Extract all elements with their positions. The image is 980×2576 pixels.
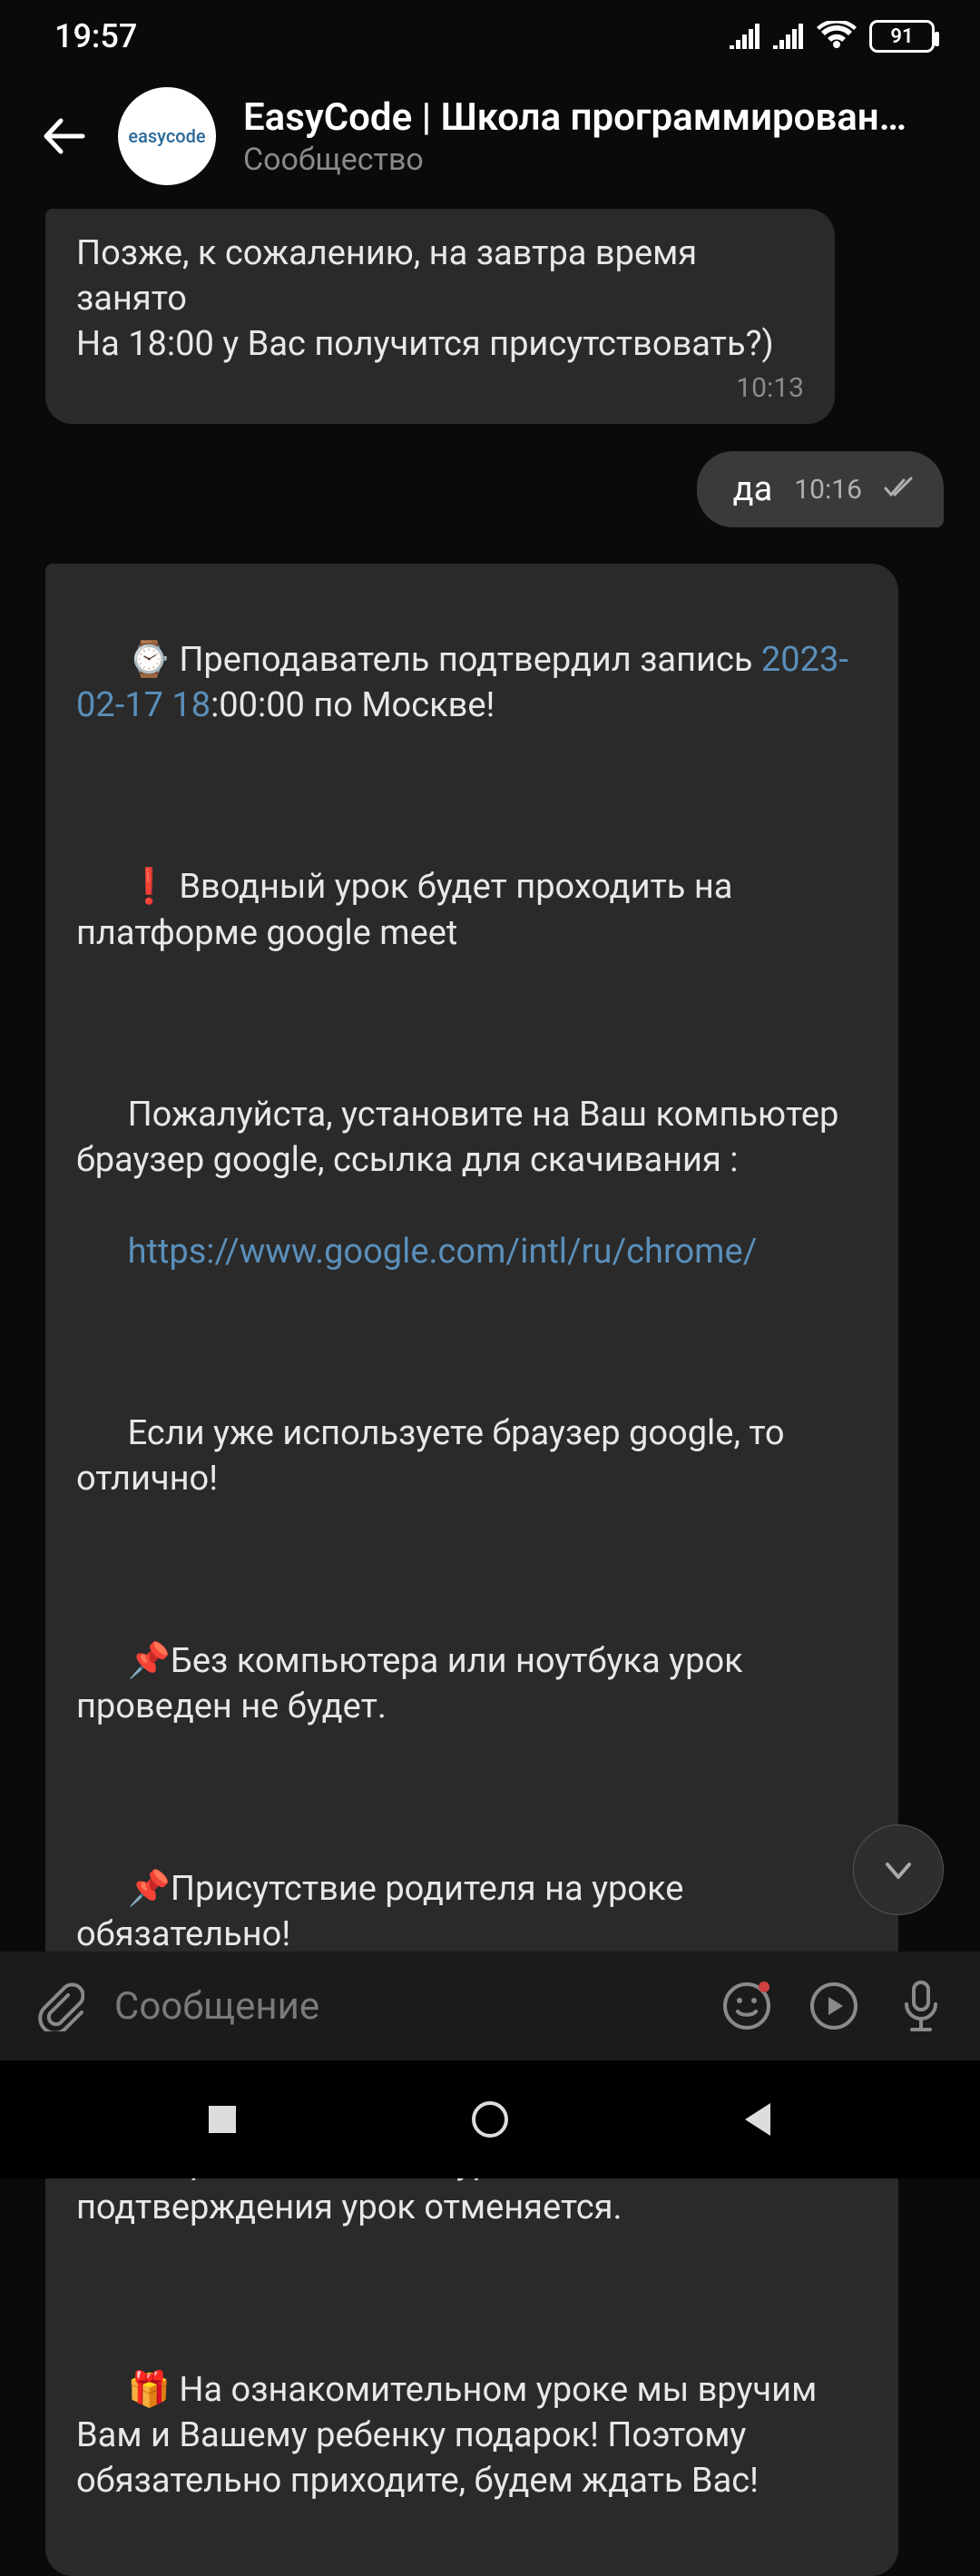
battery-level: 91 <box>890 25 913 48</box>
signal-icon-1 <box>730 24 760 49</box>
message-incoming[interactable]: Позже, к сожалению, на завтра время заня… <box>45 209 835 424</box>
android-back-button[interactable] <box>712 2092 803 2147</box>
message-input[interactable]: Сообщение <box>114 1984 691 2029</box>
circle-icon <box>470 2099 510 2139</box>
home-button[interactable] <box>445 2092 535 2147</box>
pushpin-icon: 📌 <box>128 1641 171 1681</box>
message-outgoing[interactable]: да 10:16 <box>697 451 944 527</box>
scroll-down-button[interactable] <box>853 1824 944 1915</box>
chat-subtitle: Сообщество <box>243 142 953 178</box>
recents-button[interactable] <box>177 2092 268 2147</box>
triangle-left-icon <box>741 2101 774 2138</box>
play-circle-icon <box>808 1981 859 2031</box>
message-time: 10:13 <box>76 372 804 404</box>
emoji-button[interactable] <box>715 1974 779 2038</box>
message-time: 10:16 <box>794 474 862 506</box>
header-text[interactable]: EasyCode | Школа программирован… Сообщес… <box>243 95 953 178</box>
watch-icon: ⌚ <box>128 640 171 680</box>
microphone-icon <box>897 1979 945 2033</box>
message-text: ⌚ Преподаватель подтвердил запись 2023-0… <box>76 591 867 2549</box>
chat-header[interactable]: easycode EasyCode | Школа программирован… <box>0 73 980 200</box>
messages-list[interactable]: Позже, к сожалению, на завтра время заня… <box>0 200 980 2576</box>
paperclip-icon <box>34 1981 84 2031</box>
battery-icon: 91 <box>869 20 935 53</box>
voice-message-button[interactable] <box>889 1974 953 2038</box>
status-bar: 19:57 91 <box>0 0 980 73</box>
read-checks-icon <box>884 477 916 502</box>
arrow-left-icon <box>39 112 88 161</box>
notification-dot <box>759 1981 769 1992</box>
avatar-text: easycode <box>128 125 205 147</box>
android-nav-bar <box>0 2060 980 2178</box>
wifi-icon <box>817 21 857 52</box>
message-incoming[interactable]: ⌚ Преподаватель подтвердил запись 2023-0… <box>45 564 898 2576</box>
pushpin-icon: 📌 <box>128 1869 171 1909</box>
chat-title: EasyCode | Школа программирован… <box>243 95 953 140</box>
chrome-link[interactable]: https://www.google.com/intl/ru/chrome/ <box>128 1232 758 1272</box>
chevron-down-icon <box>877 1848 920 1892</box>
status-right: 91 <box>730 20 935 53</box>
avatar[interactable]: easycode <box>118 87 216 185</box>
square-icon <box>207 2104 238 2135</box>
message-outgoing-row: да 10:16 <box>45 451 953 527</box>
video-message-button[interactable] <box>802 1974 866 2038</box>
input-bar: Сообщение <box>0 1952 980 2060</box>
signal-icon-2 <box>773 24 804 49</box>
message-text: Позже, к сожалению, на завтра время заня… <box>76 231 804 367</box>
message-text: да <box>733 469 773 509</box>
status-time: 19:57 <box>54 17 137 55</box>
gift-icon: 🎁 <box>128 2370 171 2410</box>
exclamation-icon: ❗ <box>128 867 171 907</box>
attach-button[interactable] <box>27 1974 91 2038</box>
back-button[interactable] <box>36 109 91 163</box>
